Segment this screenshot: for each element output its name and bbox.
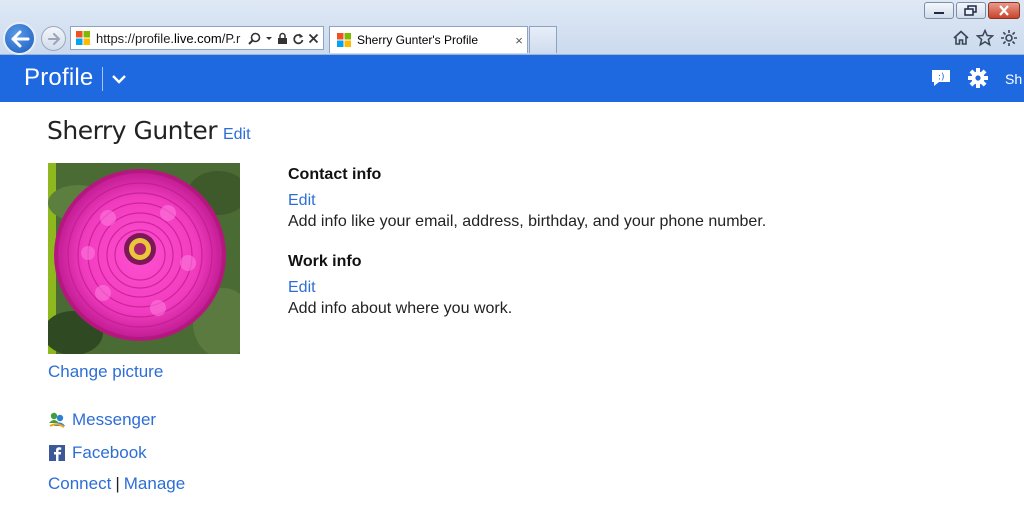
settings-gear-icon[interactable]: [967, 67, 989, 89]
social-links: Messenger Facebook Connect | Manage: [48, 408, 185, 494]
ie-logo-icon: [76, 31, 90, 45]
facebook-link[interactable]: Facebook: [48, 441, 185, 465]
work-info-edit-link[interactable]: Edit: [288, 275, 888, 300]
tab-close-button[interactable]: ×: [511, 33, 527, 48]
minimize-button[interactable]: [924, 2, 954, 19]
info-sections: Contact info Edit Add info like your ema…: [288, 166, 888, 340]
url-text: https://profile.live.com/P.r: [96, 31, 248, 46]
contact-info-heading: Contact info: [288, 166, 382, 183]
lock-icon[interactable]: [277, 32, 288, 45]
address-tools: [248, 32, 323, 45]
app-title[interactable]: Profile: [24, 64, 93, 92]
window-controls: [924, 2, 1020, 19]
stop-icon[interactable]: [308, 32, 319, 45]
svg-text::): :): [938, 73, 945, 83]
tab-profile[interactable]: Sherry Gunter's Profile ×: [329, 26, 528, 53]
browser-toolbar-icons: [952, 28, 1018, 47]
browser-chrome: https://profile.live.com/P.r Sherry Gunt…: [0, 0, 1024, 55]
ie-logo-icon: [337, 33, 351, 47]
messaging-icon[interactable]: :): [930, 67, 952, 89]
facebook-icon: [49, 445, 65, 461]
back-arrow-icon: [11, 30, 29, 47]
contact-info-edit-link[interactable]: Edit: [288, 188, 888, 213]
contact-info-section: Contact info Edit Add info like your ema…: [288, 166, 888, 235]
edit-name-link[interactable]: Edit: [223, 126, 251, 144]
connect-link[interactable]: Connect: [48, 474, 111, 494]
search-icon[interactable]: [248, 32, 261, 45]
profile-name: Sherry Gunter: [47, 116, 217, 145]
new-tab-button[interactable]: [529, 26, 557, 53]
work-info-description: Add info about where you work.: [288, 300, 513, 317]
restore-button[interactable]: [956, 2, 986, 19]
url-suffix: /P.r: [221, 30, 241, 46]
work-info-section: Work info Edit Add info about where you …: [288, 253, 888, 322]
messenger-icon: [49, 412, 65, 428]
favorites-star-icon[interactable]: [975, 28, 995, 47]
address-bar[interactable]: https://profile.live.com/P.r: [70, 26, 324, 50]
manage-link[interactable]: Manage: [124, 474, 185, 494]
tools-gear-icon[interactable]: [1000, 29, 1018, 47]
minimize-icon: [934, 11, 944, 14]
app-header: Profile :) Sh: [0, 55, 1024, 102]
chevron-down-icon[interactable]: [110, 70, 128, 88]
change-picture-link[interactable]: Change picture: [48, 362, 163, 382]
forward-button[interactable]: [41, 26, 66, 51]
back-button[interactable]: [3, 22, 36, 55]
profile-picture[interactable]: [48, 163, 240, 354]
forward-arrow-icon: [47, 32, 60, 45]
home-icon[interactable]: [952, 29, 970, 47]
flower-image: [48, 163, 240, 354]
facebook-label: Facebook: [72, 443, 147, 462]
profile-content: Sherry Gunter Edit Change picture Messen…: [0, 102, 1024, 506]
header-divider: [102, 67, 103, 91]
url-domain: live.com: [174, 30, 222, 46]
tab-title: Sherry Gunter's Profile: [357, 33, 479, 47]
restore-icon: [964, 5, 977, 16]
profile-name-row: Sherry Gunter Edit: [47, 116, 251, 145]
chevron-down-icon[interactable]: [265, 32, 273, 45]
contact-info-description: Add info like your email, address, birth…: [288, 213, 767, 230]
messenger-label: Messenger: [72, 410, 157, 429]
close-window-button[interactable]: [988, 2, 1020, 19]
user-name-label[interactable]: Sh: [1005, 71, 1022, 87]
link-separator: |: [115, 474, 120, 493]
refresh-icon[interactable]: [292, 32, 304, 45]
messenger-link[interactable]: Messenger: [48, 408, 185, 432]
close-icon: [999, 5, 1009, 16]
connect-manage-row: Connect | Manage: [48, 474, 185, 494]
work-info-heading: Work info: [288, 253, 362, 270]
url-prefix: https://profile.: [96, 30, 175, 46]
